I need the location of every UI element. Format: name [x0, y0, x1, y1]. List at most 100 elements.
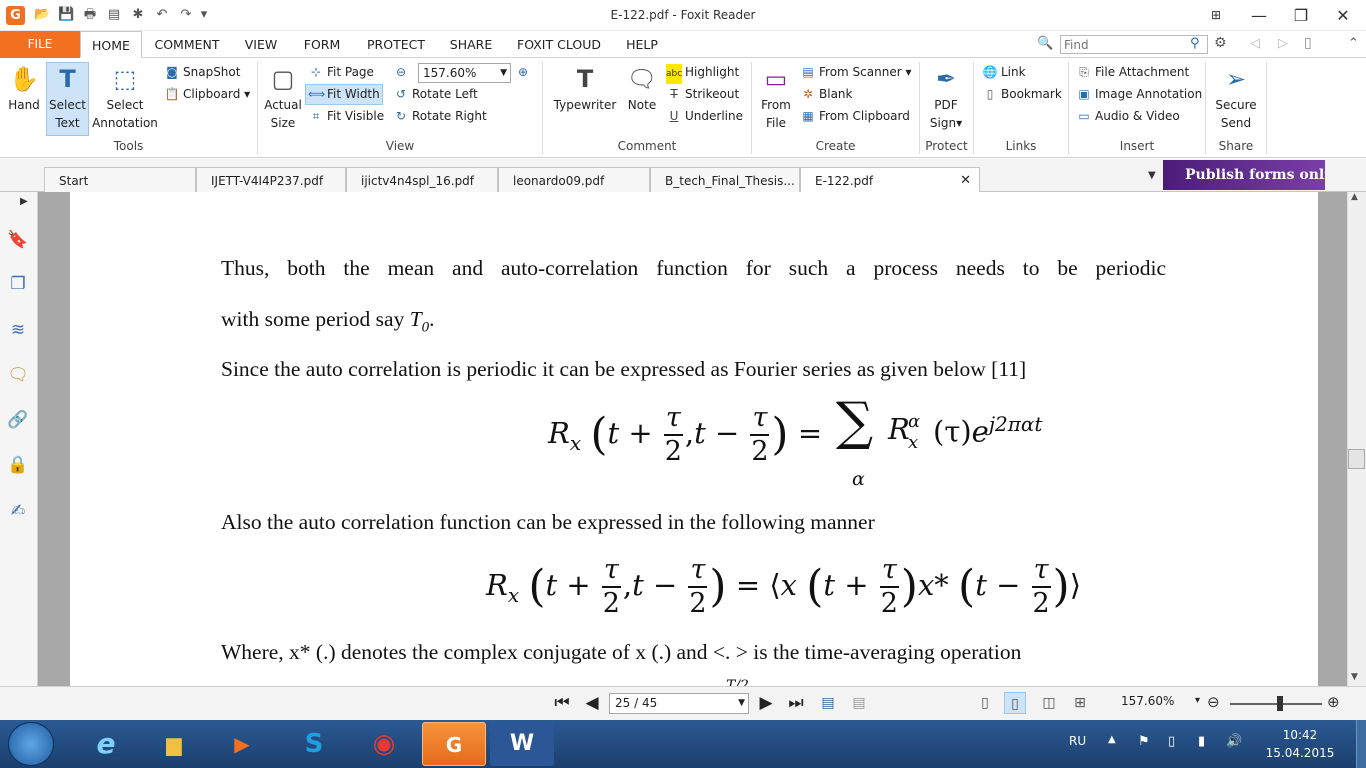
word-icon[interactable]: W	[490, 722, 554, 766]
from-clipboard-button[interactable]: ▦ From Clipboard	[800, 106, 910, 126]
search-input[interactable]	[1060, 35, 1208, 54]
status-zoom-out-icon[interactable]: ⊖	[1207, 693, 1220, 711]
bookmark-button[interactable]: ▯ Bookmark	[982, 84, 1062, 104]
pages-panel-icon[interactable]: ❐	[6, 272, 30, 296]
security-lock-icon[interactable]: 🔒	[6, 453, 30, 477]
signature-panel-icon[interactable]: ✍	[6, 499, 30, 523]
zoom-slider-thumb[interactable]	[1277, 696, 1283, 711]
facing-page-icon[interactable]: ◫	[1038, 692, 1060, 714]
publish-forms-ad[interactable]: Publish forms onli	[1163, 160, 1325, 190]
audio-video-button[interactable]: ▭ Audio & Video	[1076, 106, 1179, 126]
doc-tab-active[interactable]: E-122.pdf ✕	[800, 167, 980, 192]
show-desktop-button[interactable]	[1356, 720, 1366, 768]
ribbon-options-icon[interactable]: ⊞	[1193, 0, 1239, 31]
scroll-down-icon[interactable]: ▼	[1351, 672, 1358, 682]
foxit-reader-taskbar-icon[interactable]: G	[422, 722, 486, 766]
system-clock[interactable]: 10:42 15.04.2015	[1262, 726, 1338, 762]
attachments-panel-icon[interactable]: 🔗	[6, 408, 30, 432]
typewriter-button[interactable]: T Typewriter	[550, 62, 620, 114]
tab-help[interactable]: HELP	[619, 31, 665, 58]
select-annotation-button[interactable]: ⬚ Select Annotation	[92, 62, 158, 132]
next-icon[interactable]: ▷	[1278, 36, 1288, 51]
actual-size-button[interactable]: ▢ Actual Size	[262, 62, 304, 132]
select-text-button[interactable]: T Select Text	[46, 62, 89, 132]
vertical-scrollbar[interactable]	[1347, 192, 1366, 686]
tab-share[interactable]: SHARE	[443, 31, 499, 58]
media-player-icon[interactable]: ▶	[210, 722, 274, 766]
highlight-button[interactable]: abc Highlight	[666, 62, 739, 84]
continuous-facing-icon[interactable]: ⊞	[1069, 692, 1091, 714]
tab-form[interactable]: FORM	[296, 31, 348, 58]
tab-home[interactable]: HOME	[80, 31, 142, 58]
user-icon[interactable]: ▯	[1304, 35, 1312, 51]
zoom-out-button[interactable]: ⊖	[393, 62, 412, 82]
doc-tab[interactable]: ijictv4n4spl_16.pdf	[346, 167, 498, 192]
internet-explorer-icon[interactable]: e	[74, 722, 138, 766]
status-zoom-level[interactable]: 157.60%	[1121, 694, 1174, 708]
doc-tab[interactable]: IJETT-V4I4P237.pdf	[196, 167, 346, 192]
previous-page-icon[interactable]: ◀	[581, 692, 603, 714]
link-button[interactable]: 🌐 Link	[982, 62, 1026, 82]
doc-tab[interactable]: B_tech_Final_Thesis...	[650, 167, 800, 192]
volume-icon[interactable]: 🔊	[1226, 734, 1242, 749]
rotate-left-button[interactable]: ↺ Rotate Left	[393, 84, 478, 104]
zoom-in-button[interactable]: ⊕	[515, 62, 534, 82]
close-tab-icon[interactable]: ✕	[960, 168, 971, 194]
snapshot-button[interactable]: ◙ SnapShot	[164, 62, 240, 82]
clipboard-button[interactable]: 📋 Clipboard ▾	[164, 84, 251, 104]
zoom-slider-track[interactable]	[1230, 703, 1322, 705]
find-folder-icon[interactable]: 🔍	[1037, 36, 1053, 51]
file-attachment-button[interactable]: ⎘ File Attachment	[1076, 62, 1189, 82]
previous-view-icon[interactable]: ▤	[817, 692, 839, 714]
fit-visible-button[interactable]: ⌗ Fit Visible	[308, 106, 384, 126]
doc-tab-start[interactable]: Start	[44, 167, 196, 192]
rotate-right-button[interactable]: ↻ Rotate Right	[393, 106, 487, 126]
settings-gear-icon[interactable]: ⚙	[1214, 35, 1227, 51]
zoom-level-dropdown-icon[interactable]: ▾	[1195, 695, 1200, 706]
tab-view[interactable]: VIEW	[236, 31, 286, 58]
strikeout-button[interactable]: T Strikeout	[666, 84, 739, 104]
continuous-page-icon[interactable]: ▯	[1004, 692, 1026, 714]
windows-start-icon[interactable]	[8, 722, 54, 766]
file-explorer-icon[interactable]: ▆	[142, 722, 206, 766]
chrome-icon[interactable]: ◉	[352, 722, 416, 766]
layers-panel-icon[interactable]: ≋	[6, 318, 30, 342]
keyboard-language[interactable]: RU	[1069, 734, 1086, 748]
maximize-button[interactable]: ❐	[1278, 0, 1324, 31]
image-annotation-button[interactable]: ▣ Image Annotation	[1076, 84, 1202, 104]
search-icon[interactable]: ⚲	[1190, 36, 1200, 51]
single-page-icon[interactable]: ▯	[974, 692, 996, 714]
tab-list-dropdown-icon[interactable]: ▼	[1148, 170, 1156, 181]
note-button[interactable]: 🗨 Note	[622, 62, 662, 114]
from-scanner-button[interactable]: ▤ From Scanner ▾	[800, 62, 911, 82]
zoom-select[interactable]: 157.60% ▼	[418, 63, 511, 83]
tab-comment[interactable]: COMMENT	[148, 31, 226, 58]
collapse-ribbon-icon[interactable]: ⌃	[1348, 36, 1359, 51]
next-page-icon[interactable]: ▶	[755, 692, 777, 714]
action-center-icon[interactable]: ⚑	[1138, 734, 1150, 749]
fit-page-button[interactable]: ⊹ Fit Page	[308, 62, 374, 82]
bookmarks-panel-icon[interactable]: 🔖	[6, 228, 30, 252]
next-view-icon[interactable]: ▤	[848, 692, 870, 714]
last-page-icon[interactable]: ⏭	[785, 692, 807, 714]
network-icon[interactable]: ▮	[1198, 734, 1205, 749]
first-page-icon[interactable]: ⏮	[551, 692, 573, 714]
hand-button[interactable]: ✋ Hand	[5, 62, 43, 114]
page-number-field[interactable]: 25 / 45 ▼	[609, 693, 749, 714]
prev-icon[interactable]: ◁	[1250, 36, 1260, 51]
tray-expand-icon[interactable]: ▲	[1108, 734, 1116, 745]
skype-icon[interactable]: S	[282, 722, 346, 766]
tab-foxit-cloud[interactable]: FOXIT CLOUD	[510, 31, 608, 58]
close-button[interactable]: ✕	[1320, 0, 1366, 31]
tab-file[interactable]: FILE	[0, 31, 80, 58]
pdf-sign-button[interactable]: ✒ PDF Sign▾	[924, 62, 968, 132]
underline-button[interactable]: U Underline	[666, 106, 743, 126]
scroll-up-icon[interactable]: ▲	[1351, 192, 1358, 202]
comments-panel-icon[interactable]: 🗨	[6, 363, 30, 387]
scrollbar-thumb[interactable]	[1348, 449, 1365, 469]
power-icon[interactable]: ▯	[1168, 734, 1175, 749]
blank-button[interactable]: ✲ Blank	[800, 84, 853, 104]
tab-protect[interactable]: PROTECT	[358, 31, 434, 58]
doc-tab[interactable]: leonardo09.pdf	[498, 167, 650, 192]
status-zoom-in-icon[interactable]: ⊕	[1327, 693, 1340, 711]
